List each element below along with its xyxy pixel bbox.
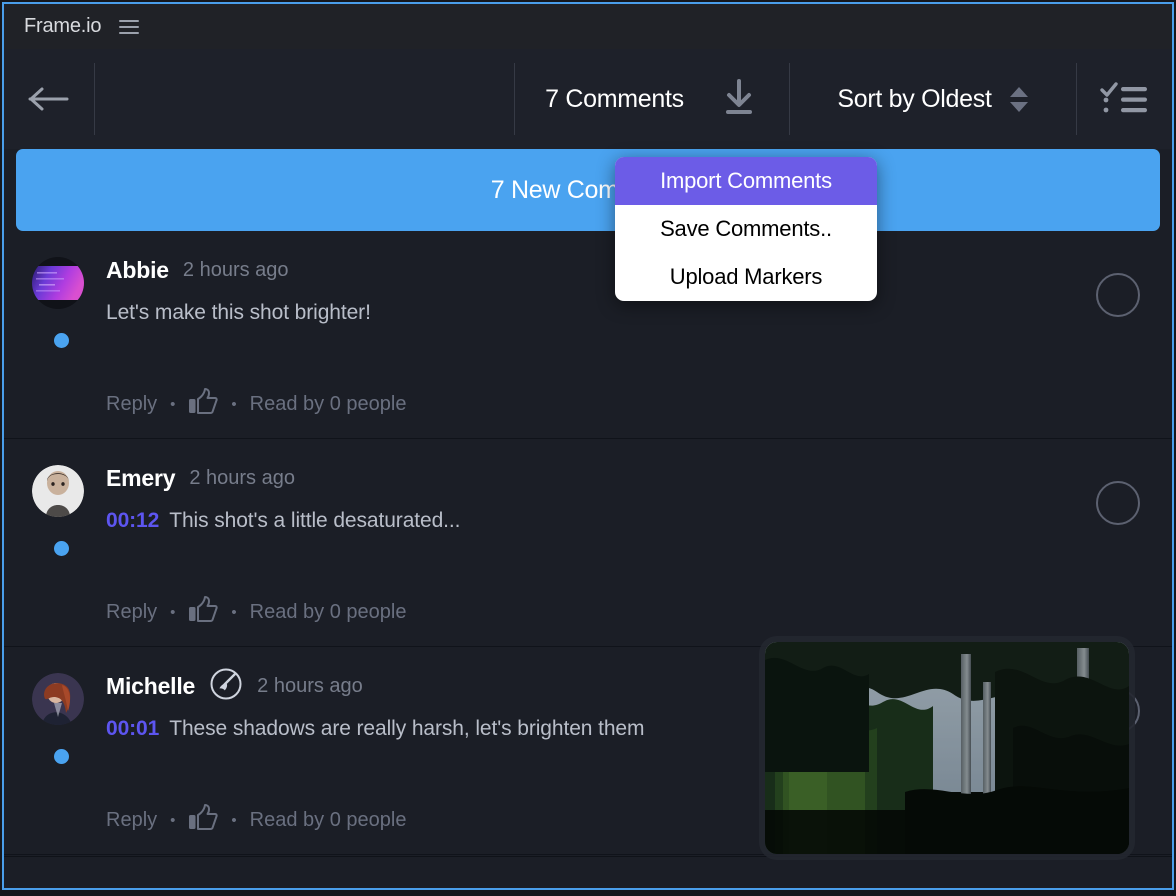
bottom-strip [4, 856, 1172, 888]
comment-body: Emery 2 hours ago 00:12 This shot's a lit… [106, 461, 1142, 533]
new-comments-banner[interactable]: 7 New Comments [16, 149, 1160, 231]
caret-updown-icon [1009, 86, 1028, 112]
export-dropdown-menu: Import Comments Save Comments.. Upload M… [615, 157, 877, 301]
toolbar-divider [94, 63, 95, 135]
read-by-label: Read by 0 people [249, 600, 407, 623]
michelle-avatar-image [32, 673, 84, 725]
comment-actions: Reply • • Read by 0 people [106, 595, 406, 629]
read-by-label: Read by 0 people [249, 808, 407, 831]
arrow-left-icon [28, 87, 69, 111]
brand-bar: Frame.io [4, 4, 1172, 49]
read-by-label: Read by 0 people [249, 392, 407, 415]
banner-container: 7 New Comments [4, 149, 1172, 231]
like-button[interactable] [188, 595, 219, 629]
separator-dot: • [170, 395, 176, 413]
separator-dot: • [170, 603, 176, 621]
comments-toolbar: 7 Comments Sort by Oldest [4, 49, 1172, 149]
toolbar-divider [1076, 63, 1077, 135]
sort-dropdown[interactable]: Sort by Oldest [789, 49, 1076, 149]
checklist-button[interactable] [1076, 49, 1172, 149]
comment-actions: Reply • • Read by 0 people [106, 387, 406, 421]
hamburger-icon[interactable] [119, 19, 140, 34]
thumbs-up-icon [189, 804, 219, 830]
unread-indicator [54, 541, 69, 556]
comment-timecode[interactable]: 00:01 [106, 717, 159, 740]
comment-text: Let's make this shot brighter! [106, 301, 1142, 325]
comment-row: Emery 2 hours ago 00:12 This shot's a lit… [4, 439, 1172, 647]
comment-message: This shot's a little desaturated... [169, 509, 461, 532]
menu-item-upload-markers[interactable]: Upload Markers [615, 253, 877, 301]
comment-author: Abbie [106, 256, 169, 283]
download-icon [725, 78, 752, 114]
avatar[interactable] [32, 673, 84, 725]
comment-timecode[interactable]: 00:12 [106, 509, 159, 532]
separator-dot: • [231, 603, 237, 621]
unread-indicator [54, 749, 69, 764]
separator-dot: • [231, 811, 237, 829]
comment-actions: Reply • • Read by 0 people [106, 803, 406, 837]
thumbs-up-icon [189, 596, 219, 622]
comment-row: Abbie 2 hours ago Let's make this shot b… [4, 231, 1172, 439]
comment-count-group: 7 Comments [514, 49, 789, 149]
avatar[interactable] [32, 257, 84, 309]
reply-button[interactable]: Reply [106, 393, 157, 416]
checklist-icon [1100, 82, 1147, 113]
comment-timestamp: 2 hours ago [182, 258, 289, 281]
reply-button[interactable]: Reply [106, 809, 157, 832]
like-button[interactable] [188, 803, 219, 837]
frameio-app-window: Frame.io 7 Comments Sort by Oldest 7 New… [2, 2, 1174, 890]
comment-message: These shadows are really harsh, let's br… [169, 717, 645, 740]
toolbar-divider [514, 63, 515, 135]
comment-header: Emery 2 hours ago [106, 461, 1142, 495]
menu-item-save-comments[interactable]: Save Comments.. [615, 205, 877, 253]
download-button[interactable] [720, 76, 758, 123]
hamburger-line [119, 31, 140, 34]
resolve-checkbox[interactable] [1096, 481, 1140, 525]
comment-author: Michelle [106, 672, 196, 699]
caret-down-icon [1009, 101, 1028, 112]
back-button[interactable] [4, 49, 94, 149]
comment-timestamp: 2 hours ago [189, 466, 295, 489]
toolbar-divider [789, 63, 790, 135]
like-button[interactable] [188, 387, 219, 421]
avatar[interactable] [32, 465, 84, 517]
thumbs-up-icon [189, 388, 219, 414]
resolve-checkbox[interactable] [1096, 273, 1140, 317]
caret-up-icon [1009, 86, 1028, 97]
forest-image [765, 642, 1129, 854]
app-title: Frame.io [24, 15, 102, 37]
abbie-avatar-image [32, 257, 84, 309]
reply-button[interactable]: Reply [106, 601, 157, 624]
unread-indicator [54, 333, 69, 348]
comment-author: Emery [106, 464, 176, 491]
hamburger-line [119, 19, 140, 22]
comment-message: Let's make this shot brighter! [106, 301, 371, 324]
comment-count-label: 7 Comments [545, 84, 684, 113]
annotation-badge[interactable] [209, 667, 243, 706]
emery-avatar-image [32, 465, 84, 517]
forest-frame-thumbnail[interactable] [765, 642, 1129, 854]
separator-dot: • [231, 395, 237, 413]
hamburger-line [119, 25, 140, 28]
comment-timestamp: 2 hours ago [257, 674, 363, 697]
separator-dot: • [170, 811, 176, 829]
menu-item-import-comments[interactable]: Import Comments [615, 157, 877, 205]
sort-label: Sort by Oldest [837, 84, 992, 113]
paintbrush-circle-icon [210, 668, 242, 699]
comment-text: 00:12 This shot's a little desaturated... [106, 509, 1142, 533]
